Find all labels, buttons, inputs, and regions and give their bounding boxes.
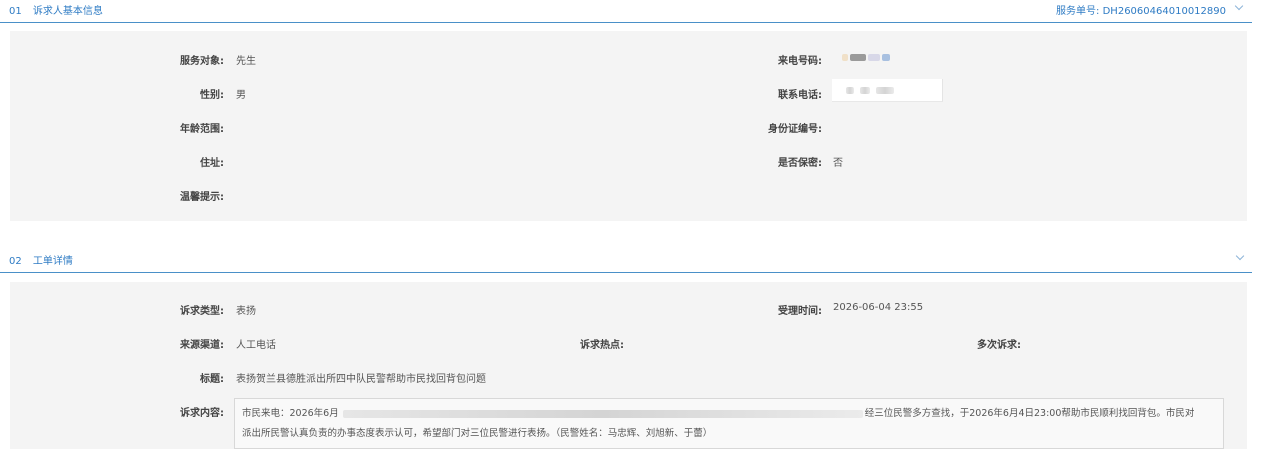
content-line-1-end: 经三位民警多方查找，于2026年6月4日23:00帮助市民顺利找回背包。市民对 <box>864 408 1195 419</box>
section-number: 01 <box>9 6 22 17</box>
redacted-segment <box>850 53 866 61</box>
incoming-phone-value <box>842 52 890 63</box>
request-content-label: 诉求内容: <box>180 408 224 419</box>
source-channel-label: 来源渠道: <box>180 340 224 351</box>
service-target-label: 服务对象: <box>180 56 224 67</box>
redacted-segment <box>846 87 854 94</box>
tip-label: 温馨提示: <box>180 192 224 203</box>
service-target-value: 先生 <box>236 56 256 67</box>
redacted-segment <box>876 87 894 94</box>
age-range-label: 年龄范围: <box>180 124 224 135</box>
content-line-1: 市民来电：2026年6月 经三位民警多方查找，于2026年6月4日23:00帮助市… <box>242 405 1194 419</box>
chevron-down-icon[interactable] <box>1235 251 1245 261</box>
section-title-text: 诉求人基本信息 <box>32 6 103 17</box>
section-number: 02 <box>9 256 22 267</box>
section-title: 02 工单详情 <box>9 252 73 267</box>
address-label: 住址: <box>200 158 224 169</box>
content-line-1-start: 市民来电：2026年6月 <box>242 408 339 419</box>
request-hotspot-label: 诉求热点: <box>580 340 624 351</box>
multiple-request-label: 多次诉求: <box>977 340 1021 351</box>
redacted-segment <box>860 87 870 94</box>
subject-label: 标题: <box>200 374 224 385</box>
id-number-label: 身份证编号: <box>768 124 822 135</box>
accept-time-value: 2026-06-04 23:55 <box>833 302 924 313</box>
subject-value: 表扬贺兰县德胜派出所四中队民警帮助市民找回背包问题 <box>236 374 486 385</box>
contact-phone-label: 联系电话: <box>778 90 822 101</box>
service-number-value: DH26060464010012890 <box>1102 6 1226 17</box>
redacted-segment <box>342 409 863 418</box>
request-type-label: 诉求类型: <box>180 306 224 317</box>
redacted-segment <box>842 53 848 61</box>
redacted-segment <box>882 53 890 61</box>
gender-label: 性别: <box>200 90 224 101</box>
request-content-box[interactable]: 市民来电：2026年6月 经三位民警多方查找，于2026年6月4日23:00帮助市… <box>234 398 1224 449</box>
section-title: 01 诉求人基本信息 <box>9 2 103 17</box>
confidential-value: 否 <box>833 158 843 169</box>
redacted-segment <box>868 53 880 61</box>
service-number-label: 服务单号: <box>1056 6 1100 17</box>
content-line-2: 派出所民警认真负责的办事态度表示认可，希望部门对三位民警进行表扬。（民警姓名：马… <box>242 428 713 439</box>
confidential-label: 是否保密: <box>778 158 822 169</box>
contact-phone-field[interactable] <box>832 79 943 102</box>
accept-time-label: 受理时间: <box>778 306 822 317</box>
section-title-text: 工单详情 <box>32 256 73 267</box>
gender-value: 男 <box>236 90 246 101</box>
chevron-down-icon[interactable] <box>1234 1 1244 11</box>
request-type-value: 表扬 <box>236 306 256 317</box>
section-header-order-detail[interactable]: 02 工单详情 <box>0 248 1252 273</box>
section-header-basic-info[interactable]: 01 诉求人基本信息 服务单号: DH26060464010012890 <box>0 0 1252 23</box>
service-number: 服务单号: DH26060464010012890 <box>1056 2 1226 17</box>
incoming-phone-label: 来电号码: <box>778 56 822 67</box>
source-channel-value: 人工电话 <box>236 340 276 351</box>
